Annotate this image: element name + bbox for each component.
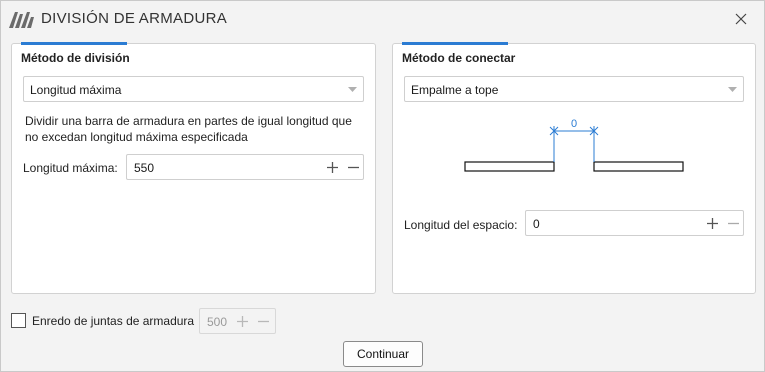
right-rebar-shape: [593, 161, 684, 172]
joint-entangle-checkbox[interactable]: [11, 313, 26, 328]
minus-icon: [347, 166, 359, 168]
chevron-down-icon: [348, 87, 357, 92]
joint-value-increment-button: [233, 312, 251, 330]
joint-entangle-label: Enredo de juntas de armadura: [32, 314, 195, 328]
max-length-decrement-button[interactable]: [344, 158, 362, 176]
butt-splice-diagram: 0: [464, 118, 684, 172]
continue-button[interactable]: Continuar: [343, 341, 423, 367]
division-description-line2: no excedan longitud máxima especificada: [25, 130, 248, 144]
gap-length-stepper: 0: [525, 210, 744, 236]
plus-icon: [326, 161, 338, 173]
division-description-line1: Dividir una barra de armadura en partes …: [25, 114, 352, 128]
division-description: Dividir una barra de armadura en partes …: [25, 113, 352, 145]
max-length-increment-button[interactable]: [323, 158, 341, 176]
minus-icon: [727, 222, 739, 224]
division-method-value: Longitud máxima: [30, 83, 122, 97]
dialog-window: DIVISIÓN DE ARMADURA Método de división …: [0, 0, 765, 372]
connection-panel: Método de conectar Empalme a tope 0 Long…: [392, 42, 756, 294]
joint-value-input: 500: [207, 315, 228, 329]
division-panel: Método de división Longitud máxima Divid…: [11, 42, 376, 294]
connection-panel-title: Método de conectar: [402, 51, 516, 65]
chevron-down-icon: [728, 87, 737, 92]
gap-dimension-label: 0: [571, 118, 577, 130]
division-panel-accent: [21, 42, 127, 45]
max-length-stepper: 550: [126, 154, 364, 180]
connection-method-value: Empalme a tope: [411, 83, 499, 97]
left-rebar-shape: [464, 161, 555, 172]
gap-length-increment-button[interactable]: [703, 214, 721, 232]
plus-icon: [236, 315, 248, 327]
max-length-input[interactable]: 550: [134, 161, 154, 175]
joint-value-decrement-button: [254, 312, 272, 330]
window-title: DIVISIÓN DE ARMADURA: [41, 10, 228, 27]
close-icon: [735, 13, 747, 25]
minus-icon: [257, 320, 269, 322]
app-logo-icon: [9, 12, 34, 28]
gap-length-input[interactable]: 0: [533, 217, 540, 231]
close-button[interactable]: [728, 7, 754, 31]
gap-length-label: Longitud del espacio:: [404, 218, 518, 232]
division-method-dropdown[interactable]: Longitud máxima: [23, 76, 364, 102]
max-length-label: Longitud máxima:: [23, 161, 118, 175]
title-bar: DIVISIÓN DE ARMADURA: [1, 1, 764, 37]
connection-method-dropdown[interactable]: Empalme a tope: [404, 76, 744, 102]
plus-icon: [706, 217, 718, 229]
joint-value-stepper: 500: [199, 308, 276, 334]
connection-panel-accent: [402, 42, 508, 45]
division-panel-title: Método de división: [21, 51, 130, 65]
gap-length-decrement-button[interactable]: [724, 214, 742, 232]
